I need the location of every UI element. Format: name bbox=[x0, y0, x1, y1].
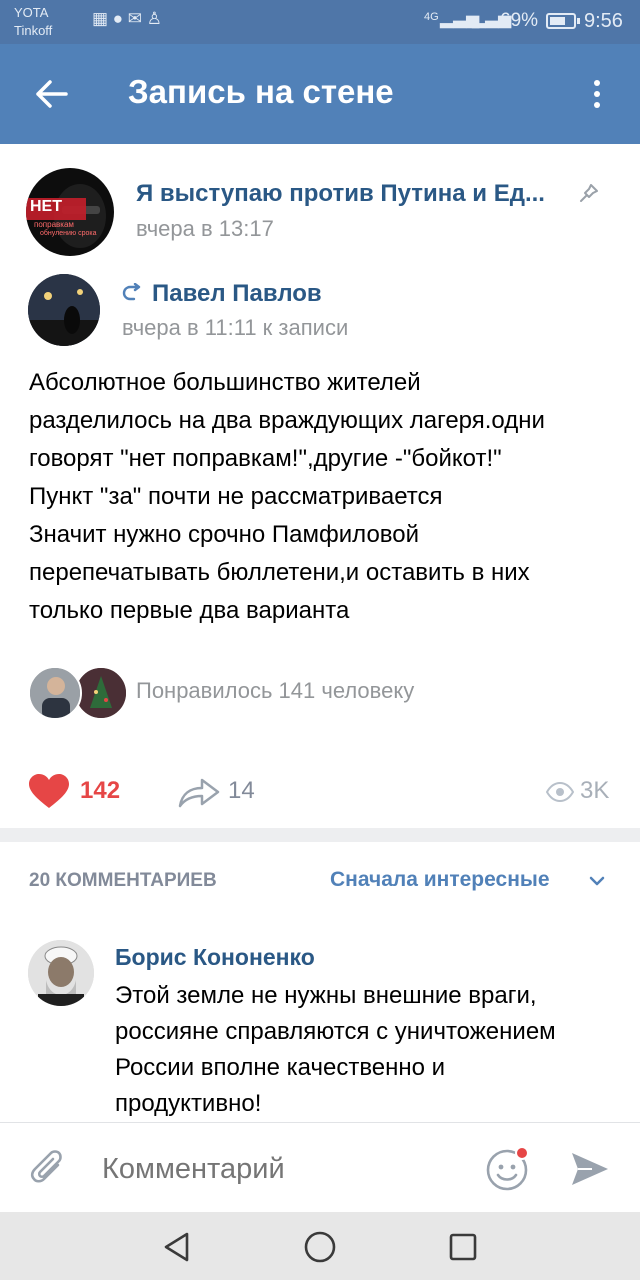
carrier-2: Tinkoff bbox=[14, 23, 53, 38]
comment-text-line: Этой земле не нужны внешние враги, bbox=[115, 982, 537, 1009]
nav-back-icon[interactable] bbox=[160, 1230, 194, 1269]
battery-percent: 69% bbox=[500, 10, 539, 31]
carrier-1: YOTA bbox=[14, 5, 49, 20]
chevron-down-icon[interactable] bbox=[588, 874, 606, 892]
liker-avatar-2[interactable] bbox=[74, 666, 128, 720]
group-avatar-text: НЕТ bbox=[30, 198, 62, 215]
paperclip-icon[interactable] bbox=[30, 1149, 66, 1194]
comments-count-header: 20 КОММЕНТАРИЕВ bbox=[29, 870, 217, 891]
section-separator bbox=[0, 828, 640, 842]
notification-icons: ▦ ● ✉ ♙ bbox=[92, 9, 162, 28]
arrow-left-icon[interactable] bbox=[32, 72, 72, 116]
share-button[interactable] bbox=[178, 776, 222, 813]
sort-dropdown[interactable]: Сначала интересные bbox=[330, 868, 550, 892]
comment-author[interactable]: Борис Кононенко bbox=[115, 944, 315, 971]
post-time: вчера в 13:17 bbox=[136, 216, 274, 241]
battery-nub bbox=[577, 18, 580, 24]
nav-recents-icon[interactable] bbox=[446, 1230, 480, 1269]
share-arrow-icon bbox=[178, 778, 220, 808]
group-avatar[interactable]: НЕТ поправкам обнулению срока bbox=[26, 168, 114, 256]
post-text-line: говорят "нет поправкам!",другие -"бойкот… bbox=[29, 445, 502, 472]
nav-home-icon[interactable] bbox=[303, 1230, 337, 1269]
pin-icon bbox=[578, 182, 600, 209]
likes-summary[interactable]: Понравилось 141 человеку bbox=[136, 678, 414, 704]
smiley-icon[interactable] bbox=[486, 1146, 530, 1196]
toolbar: Запись на стене bbox=[0, 44, 640, 144]
repost-time: вчера в 11:11 к записи bbox=[122, 315, 349, 340]
views-count: 3K bbox=[580, 777, 610, 804]
commenter-avatar[interactable] bbox=[28, 940, 94, 1006]
send-icon[interactable] bbox=[568, 1149, 610, 1194]
post-text: Абсолютное большинство жителей разделило… bbox=[29, 364, 545, 630]
like-count: 142 bbox=[80, 777, 121, 804]
comment-input[interactable] bbox=[100, 1145, 474, 1193]
comment-text: Этой земле не нужны внешние враги, росси… bbox=[115, 978, 556, 1122]
repost-author-avatar[interactable] bbox=[28, 274, 100, 346]
share-count: 14 bbox=[228, 777, 255, 804]
post-text-line: перепечатывать бюллетени,и оставить в ни… bbox=[29, 559, 530, 586]
more-vertical-icon[interactable] bbox=[582, 72, 612, 116]
comment-text-line: россияне справляются с уничтожением bbox=[115, 1018, 556, 1045]
post-text-line: Пункт "за" почти не рассматривается bbox=[29, 483, 443, 510]
post-text-line: Абсолютное большинство жителей bbox=[29, 369, 421, 396]
eye-icon bbox=[545, 781, 575, 807]
repost-arrow-icon bbox=[122, 282, 144, 308]
comment-text-line: России вполне качественно и bbox=[115, 1054, 446, 1081]
like-button[interactable] bbox=[28, 774, 70, 815]
sort-dropdown-label: Сначала интересные bbox=[330, 868, 550, 891]
group-avatar-subtext-1: поправкам bbox=[34, 220, 74, 229]
liker-avatar-1[interactable] bbox=[28, 666, 82, 720]
group-avatar-subtext-2: обнулению срока bbox=[40, 230, 97, 237]
post-text-line: Значит нужно срочно Памфиловой bbox=[29, 521, 420, 548]
post-text-line: только первые два варианта bbox=[29, 597, 350, 624]
repost-author-name[interactable]: Павел Павлов bbox=[152, 280, 322, 308]
post-text-line: разделилось на два враждующих лагеря.одн… bbox=[29, 407, 545, 434]
clock: 9:56 bbox=[584, 10, 623, 32]
system-nav-bar bbox=[0, 1212, 640, 1280]
comment-input-bar bbox=[0, 1122, 640, 1212]
status-bar: YOTA Tinkoff ▦ ● ✉ ♙ 4G ▂▃▅ ▂▃▅ 69% 9:56 bbox=[0, 0, 640, 44]
group-name[interactable]: Я выступаю против Путина и Ед... bbox=[136, 180, 545, 208]
comment-text-line: продуктивно! bbox=[115, 1090, 262, 1117]
heart-icon bbox=[29, 774, 69, 808]
battery-icon bbox=[546, 13, 576, 29]
network-type-icon: 4G bbox=[424, 11, 439, 23]
page-title: Запись на стене bbox=[128, 73, 394, 110]
